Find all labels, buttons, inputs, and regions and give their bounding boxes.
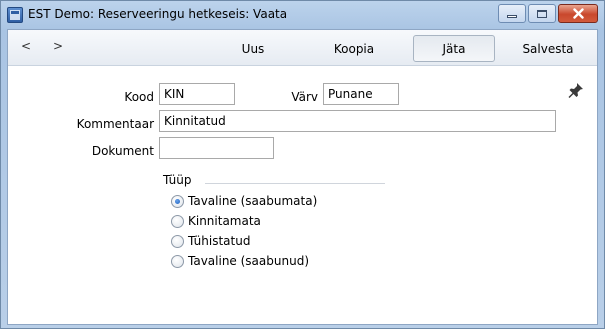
- radio-checked-icon: [171, 194, 184, 208]
- new-button[interactable]: Uus: [228, 35, 278, 62]
- type-option-label: Tavaline (saabunud): [188, 254, 309, 268]
- type-option-label: Kinnitamata: [188, 214, 261, 228]
- document-label: Dokument: [91, 144, 154, 158]
- color-label: Värv: [291, 90, 318, 104]
- maximize-icon: [537, 9, 547, 18]
- next-record-button[interactable]: >: [53, 39, 63, 53]
- type-group-divider: [205, 183, 385, 184]
- type-option-label: Tühistatud: [188, 234, 251, 248]
- maximize-button[interactable]: [528, 4, 556, 23]
- type-option-unconfirmed[interactable]: Kinnitamata: [171, 214, 261, 228]
- previous-record-button[interactable]: <: [21, 39, 31, 53]
- radio-unchecked-icon: [171, 214, 184, 228]
- toolbar: < > Uus Koopia Jäta Salvesta: [8, 30, 597, 66]
- color-input[interactable]: [323, 83, 399, 105]
- type-option-normal-arrived[interactable]: Tavaline (saabunud): [171, 254, 309, 268]
- app-window: EST Demo: Reserveeringu hetkeseis: Vaata…: [0, 0, 605, 329]
- radio-unchecked-icon: [171, 234, 184, 248]
- skip-button-label: Jäta: [442, 41, 466, 56]
- save-button[interactable]: Salvesta: [505, 35, 591, 62]
- type-option-cancelled[interactable]: Tühistatud: [171, 234, 250, 248]
- document-input[interactable]: [159, 137, 274, 159]
- comment-label: Kommentaar: [76, 117, 154, 131]
- type-option-label: Tavaline (saabumata): [188, 194, 318, 208]
- type-group-title: Tüüp: [163, 173, 192, 187]
- window-title: EST Demo: Reserveeringu hetkeseis: Vaata: [28, 7, 288, 21]
- skip-button[interactable]: Jäta: [413, 35, 495, 62]
- code-label: Kood: [124, 90, 154, 104]
- close-icon: [572, 8, 584, 19]
- new-button-label: Uus: [241, 41, 265, 56]
- minimize-button[interactable]: [498, 4, 526, 23]
- title-bar[interactable]: EST Demo: Reserveeringu hetkeseis: Vaata: [1, 1, 604, 29]
- minimize-icon: [507, 15, 517, 18]
- copy-button[interactable]: Koopia: [314, 35, 394, 62]
- pushpin-icon[interactable]: [567, 81, 585, 99]
- save-button-label: Salvesta: [522, 41, 574, 56]
- app-window-icon: [7, 7, 23, 23]
- type-option-normal-not-arrived[interactable]: Tavaline (saabumata): [171, 194, 317, 208]
- window-client-area: < > Uus Koopia Jäta Salvesta Kood Värv K…: [7, 29, 598, 325]
- radio-unchecked-icon: [171, 254, 184, 268]
- comment-input[interactable]: [159, 110, 556, 132]
- code-input[interactable]: [159, 83, 235, 105]
- close-button[interactable]: [558, 4, 598, 23]
- copy-button-label: Koopia: [333, 41, 375, 56]
